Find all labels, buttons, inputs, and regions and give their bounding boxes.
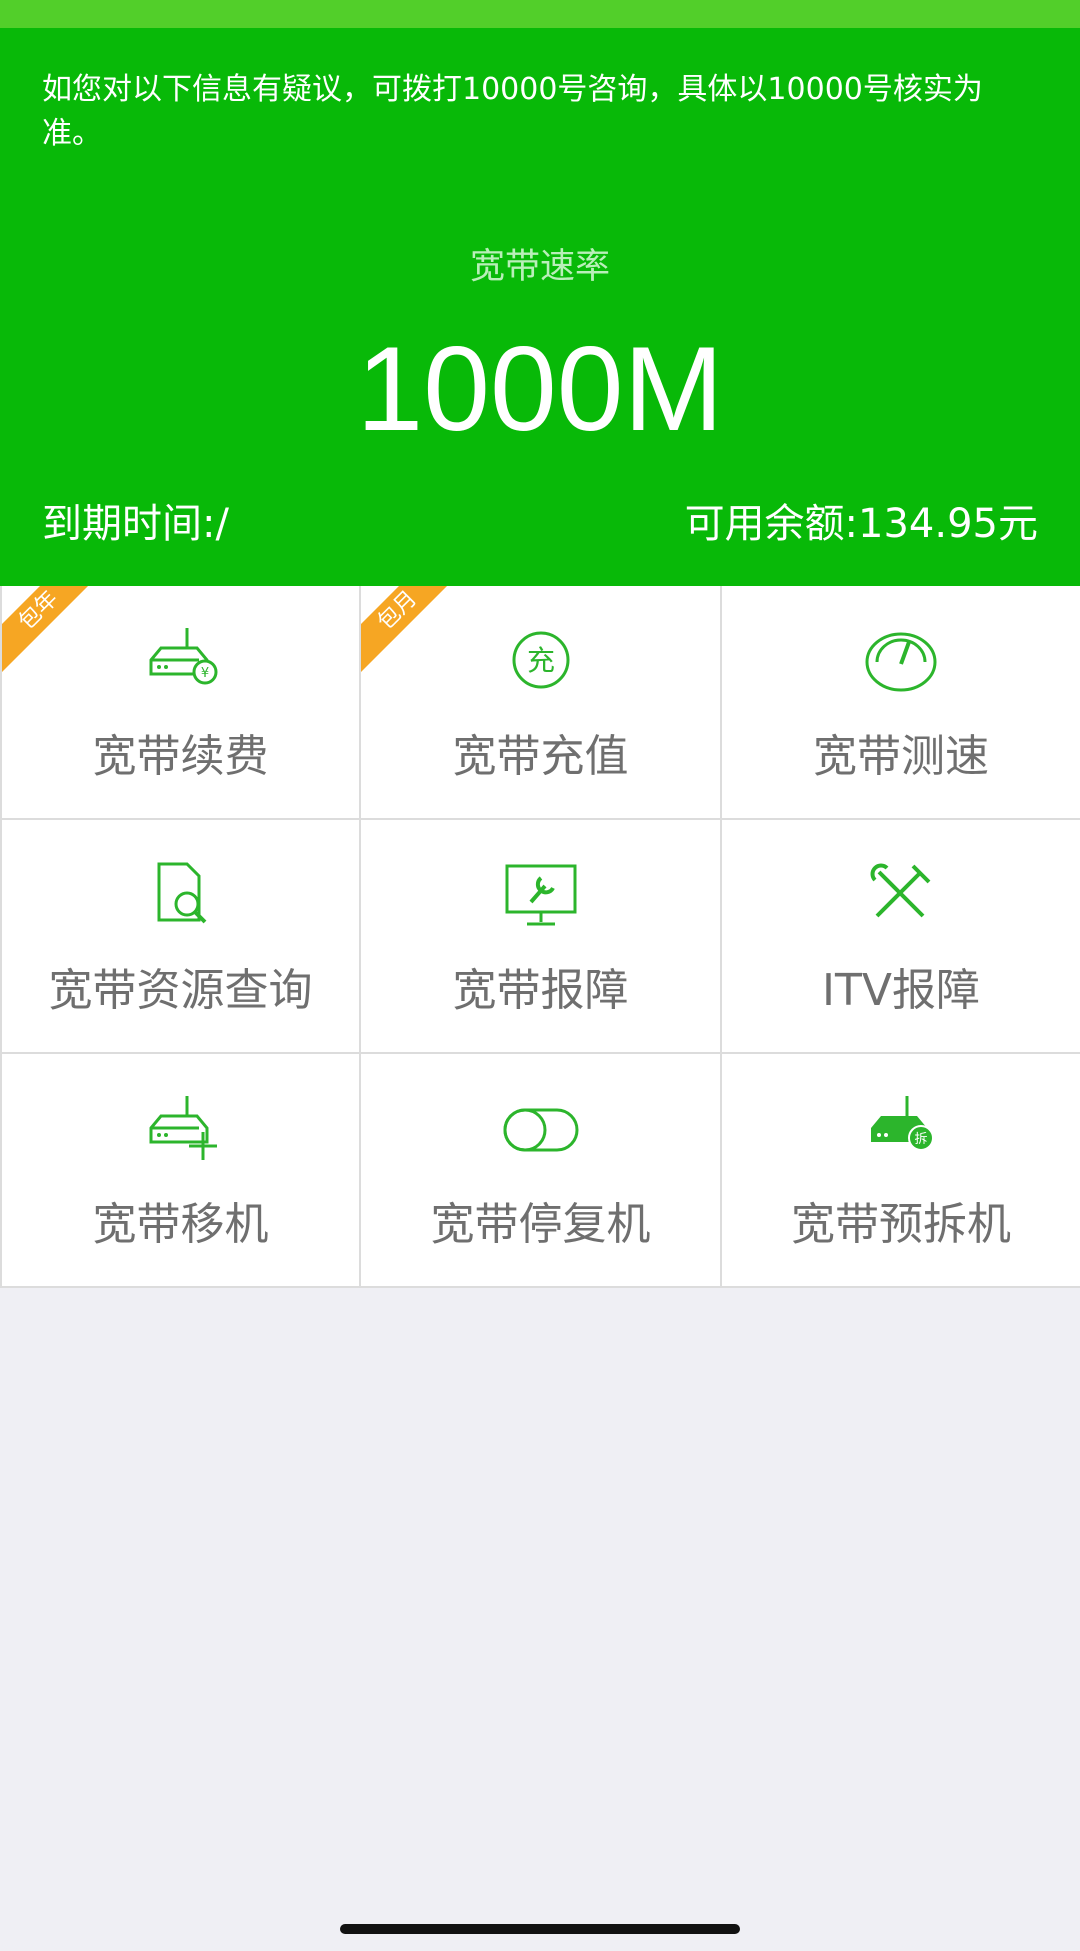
grid-item-speedtest[interactable]: 宽带测速 [722, 586, 1080, 820]
speedometer-icon [865, 632, 937, 692]
rate-label: 宽带速率 [469, 247, 610, 287]
grid-item-label: 宽带充值 [452, 731, 629, 782]
broadband-header: 如您对以下信息有疑议，可拨打10000号咨询，具体以10000号核实为准。 宽带… [0, 28, 1080, 586]
svg-text:¥: ¥ [200, 666, 208, 681]
home-indicator[interactable] [340, 1924, 740, 1934]
monitor-wrench-icon [505, 864, 576, 926]
badge-monthly: 包月 [361, 586, 464, 677]
router-move-icon [149, 1096, 217, 1160]
badge-yearly: 包年 [2, 586, 105, 677]
rate-value: 1000M [356, 322, 724, 456]
grid-item-label: 宽带移机 [92, 1199, 269, 1250]
grid-item-relocate[interactable]: 宽带移机 [0, 1054, 361, 1288]
grid-item-label: 宽带报障 [452, 965, 629, 1016]
grid-item-itv-fault[interactable]: ITV报障 [722, 820, 1080, 1054]
grid-item-label: 宽带测速 [813, 731, 989, 782]
service-grid: 包年 ¥ 宽带续费 包月 充 宽带充值 宽带测速 宽带资源查询 宽带报障 ITV… [0, 586, 1080, 1288]
svg-text:充: 充 [526, 644, 554, 677]
notice-text: 如您对以下信息有疑议，可拨打10000号咨询，具体以10000号核实为准。 [42, 72, 983, 151]
router-dismantle-icon: 拆 [871, 1096, 934, 1151]
router-yen-icon: ¥ [149, 628, 217, 685]
grid-item-label: ITV报障 [822, 965, 980, 1016]
tools-icon [870, 863, 931, 918]
grid-item-recharge[interactable]: 包月 充 宽带充值 [361, 586, 722, 820]
expire-time: 到期时间:/ [42, 501, 229, 547]
svg-text:拆: 拆 [914, 1132, 927, 1147]
status-bar [0, 0, 1080, 28]
grid-item-resource-query[interactable]: 宽带资源查询 [0, 820, 361, 1054]
document-search-icon [157, 862, 206, 924]
grid-item-label: 宽带资源查询 [48, 965, 313, 1016]
grid-item-label: 宽带停复机 [430, 1199, 651, 1250]
grid-item-pre-dismantle[interactable]: 拆 宽带预拆机 [722, 1054, 1080, 1288]
grid-item-label: 宽带续费 [92, 731, 269, 782]
grid-item-label: 宽带预拆机 [791, 1199, 1011, 1250]
grid-item-renew[interactable]: 包年 ¥ 宽带续费 [0, 586, 361, 820]
available-balance: 可用余额:134.95元 [684, 501, 1038, 547]
grid-item-broadband-fault[interactable]: 宽带报障 [361, 820, 722, 1054]
recharge-circle-icon: 充 [512, 631, 569, 689]
toggle-icon [503, 1108, 578, 1152]
grid-item-suspend-resume[interactable]: 宽带停复机 [361, 1054, 722, 1288]
